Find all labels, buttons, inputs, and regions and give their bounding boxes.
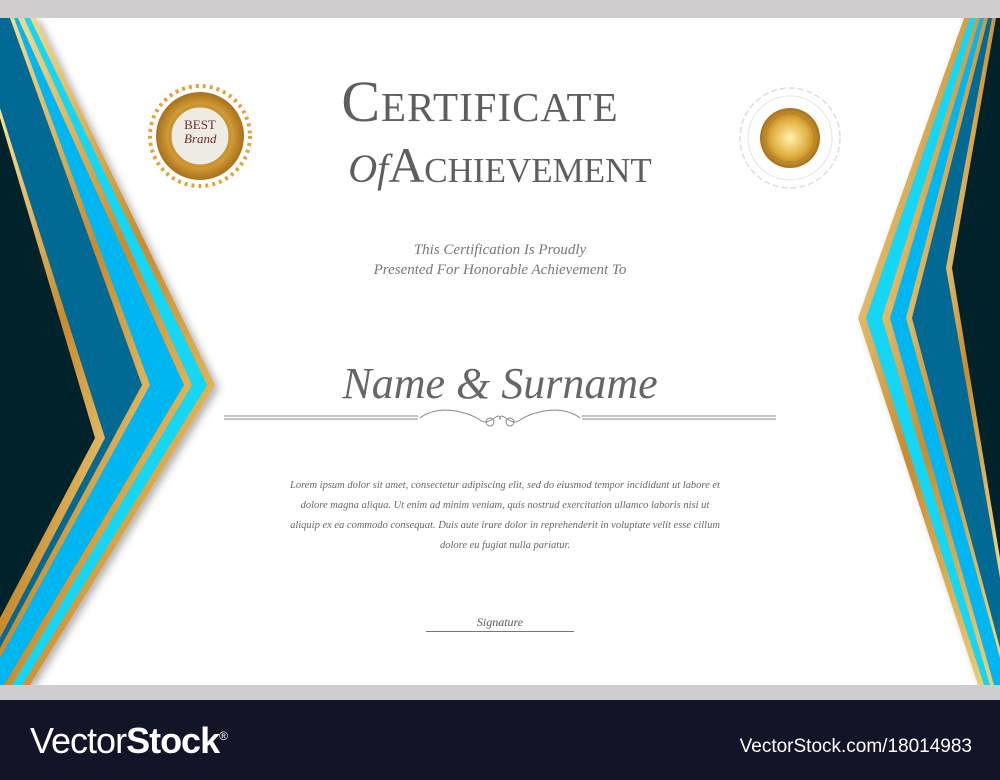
- certificate-subtitle: OfAchievement: [0, 136, 1000, 194]
- recipient-name: Name & Surname: [342, 359, 658, 408]
- presented-line1: This Certification Is Proudly: [413, 242, 587, 258]
- logo-mark: ®: [219, 729, 228, 743]
- certificate-title: Certificate: [341, 69, 619, 134]
- certificate-paper: BEST Brand Certificate OfAchievement This…: [0, 18, 1000, 685]
- presented-line2: Presented For Honorable Achievement To: [373, 262, 627, 278]
- name-divider-ornament: [224, 409, 776, 427]
- image-reference: VectorStock.com/18014983: [739, 736, 972, 757]
- title-of: Of: [348, 146, 389, 191]
- body-text: Lorem ipsum dolor sit amet, consectetur …: [290, 480, 720, 551]
- logo-light: Vector: [30, 720, 127, 761]
- title-achievement: Achievement: [388, 137, 652, 193]
- vectorstock-logo: VectorStock®: [30, 720, 228, 762]
- signature-label: Signature: [476, 615, 524, 629]
- presentation-text: This Certification Is Proudly Presented F…: [0, 240, 1000, 280]
- signature-line: [426, 631, 574, 632]
- watermark-footer: VectorStock® VectorStock.com/18014983: [0, 700, 1000, 780]
- logo-bold: Stock: [126, 720, 220, 761]
